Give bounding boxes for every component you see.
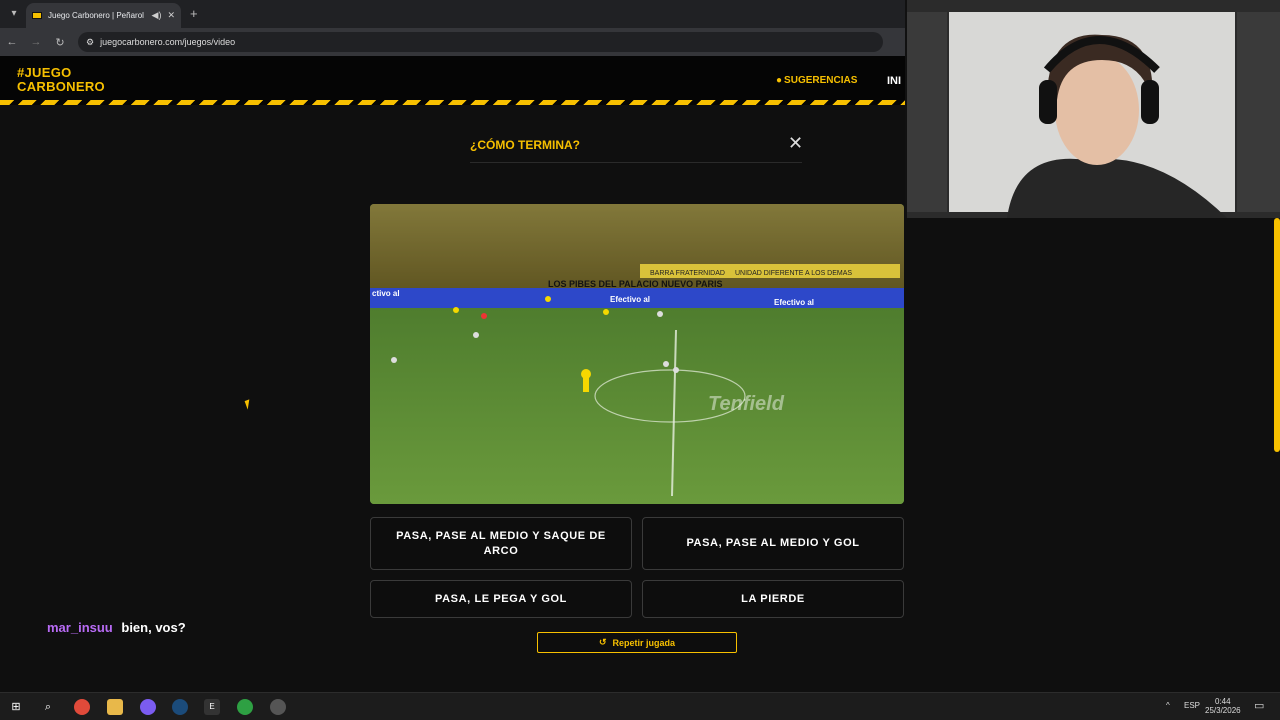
- chat-username: mar_insuu: [47, 620, 113, 635]
- url-field[interactable]: ⚙ juegocarbonero.com/juegos/video: [78, 32, 883, 52]
- right-empty-panel: [905, 218, 1280, 692]
- new-tab-button[interactable]: +: [190, 6, 198, 21]
- nav-sugerencias[interactable]: ● SUGERENCIAS: [776, 75, 857, 86]
- logo-line2: CARBONERO: [17, 79, 105, 94]
- modal-title: ¿CÓMO TERMINA?: [470, 138, 580, 152]
- tab-search-icon[interactable]: ▾: [6, 6, 22, 22]
- back-icon[interactable]: ←: [0, 36, 24, 48]
- site-favicon-icon: [32, 12, 42, 19]
- ad-text-2: Efectivo al: [610, 295, 650, 304]
- notification-icon[interactable]: ▭: [1254, 699, 1264, 712]
- clock-date: 25/3/2026: [1205, 706, 1241, 715]
- nav-inicio[interactable]: INI: [887, 75, 901, 87]
- clock-time: 0:44: [1215, 697, 1231, 706]
- site-header: #JUEGO CARBONERO ● SUGERENCIAS INI: [0, 56, 905, 100]
- chrome-icon[interactable]: [74, 699, 90, 715]
- replay-icon: ↺: [598, 637, 607, 647]
- answer-options: PASA, PASE AL MEDIO Y SAQUE DE ARCO PASA…: [370, 517, 904, 618]
- banner-text: LOS PIBES DEL PALACIO NUEVO PARIS: [548, 279, 723, 289]
- webcam-feed: [907, 0, 1280, 218]
- discord-icon[interactable]: [140, 699, 156, 715]
- url-text: juegocarbonero.com/juegos/video: [100, 37, 236, 47]
- pitch: [370, 308, 904, 504]
- forward-icon[interactable]: →: [24, 36, 48, 48]
- tenfield-watermark: Tenfield: [708, 393, 785, 415]
- windows-taskbar: ⊞ ⌕ E ^ ESP 0:44 25/3/2026 ▭: [0, 692, 1280, 720]
- ad-text-3: Efectivo al: [774, 298, 814, 307]
- language-indicator[interactable]: ESP: [1184, 701, 1200, 710]
- address-bar-row: ← → ↻ ⚙ juegocarbonero.com/juegos/video: [0, 28, 905, 56]
- match-video-frame: LOS PIBES DEL PALACIO NUEVO PARIS BARRA …: [370, 204, 904, 504]
- headphone-right: [1141, 80, 1159, 124]
- page-scrollbar[interactable]: [1274, 218, 1280, 452]
- lightbulb-icon: ●: [776, 75, 783, 86]
- steam-icon[interactable]: [172, 699, 188, 715]
- audio-playing-icon[interactable]: ◀): [152, 10, 162, 21]
- modal-divider: [470, 162, 802, 163]
- replay-label: Repetir jugada: [612, 637, 676, 648]
- video-player[interactable]: LOS PIBES DEL PALACIO NUEVO PARIS BARRA …: [370, 204, 904, 504]
- replay-button[interactable]: ↺ Repetir jugada: [537, 632, 737, 653]
- file-explorer-icon[interactable]: [107, 699, 123, 715]
- answer-option-2[interactable]: PASA, PASE AL MEDIO Y GOL: [642, 517, 904, 570]
- banner3-text: UNIDAD DIFERENTE A LOS DEMAS: [735, 270, 852, 277]
- tab-title: Juego Carbonero | Peñarol: [48, 11, 144, 20]
- obs-icon[interactable]: [270, 699, 286, 715]
- tray-chevron-icon[interactable]: ^: [1166, 701, 1170, 710]
- mouse-cursor-icon: [244, 399, 253, 410]
- close-icon[interactable]: ✕: [788, 133, 803, 154]
- close-tab-icon[interactable]: ✕: [167, 10, 175, 21]
- clock[interactable]: 0:44 25/3/2026: [1205, 697, 1241, 715]
- header-hazard-stripe: [0, 100, 905, 105]
- answer-option-4[interactable]: LA PIERDE: [642, 580, 904, 618]
- nav-sugerencias-label: SUGERENCIAS: [784, 75, 858, 86]
- ad-text-1: ctivo al: [372, 289, 400, 298]
- browser-tab-bar: ▾ Juego Carbonero | Peñarol ◀) ✕ +: [0, 0, 905, 28]
- site-logo[interactable]: #JUEGO CARBONERO: [17, 66, 105, 94]
- chat-message: mar_insuu bien, vos?: [47, 620, 186, 635]
- xbox-icon[interactable]: [237, 699, 253, 715]
- answer-option-3[interactable]: PASA, LE PEGA Y GOL: [370, 580, 632, 618]
- reload-icon[interactable]: ↻: [48, 36, 72, 49]
- logo-line1: #JUEGO: [17, 65, 72, 80]
- search-icon[interactable]: ⌕: [40, 699, 56, 715]
- browser-tab[interactable]: Juego Carbonero | Peñarol ◀) ✕: [26, 3, 181, 28]
- banner2-text: BARRA FRATERNIDAD: [650, 270, 725, 277]
- answer-option-1[interactable]: PASA, PASE AL MEDIO Y SAQUE DE ARCO: [370, 517, 632, 570]
- site-info-icon[interactable]: ⚙: [86, 37, 94, 48]
- headphone-left: [1039, 80, 1057, 124]
- chat-text: bien, vos?: [121, 620, 186, 635]
- windows-start-icon[interactable]: ⊞: [8, 699, 24, 715]
- webcam-overlay: [905, 0, 1280, 218]
- epic-games-icon[interactable]: E: [204, 699, 220, 715]
